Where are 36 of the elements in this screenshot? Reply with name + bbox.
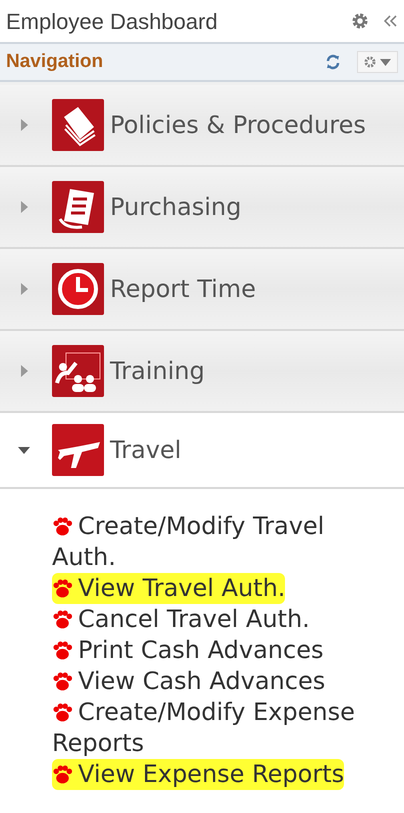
menu-link[interactable]: View Expense Reports [52,759,344,790]
refresh-icon[interactable] [325,54,341,70]
menu-link[interactable]: Cancel Travel Auth. [52,604,310,635]
paw-icon [52,671,73,692]
menu-link[interactable]: Create/Modify Expense Reports [52,697,362,759]
category-link[interactable]: Training [110,353,205,389]
category-link[interactable]: Purchasing [110,189,242,225]
menu-link[interactable]: Create/Modify Travel Auth. [52,511,362,573]
paw-icon [52,640,73,661]
paw-icon [52,578,73,599]
category-icon [52,345,104,397]
paw-icon [52,764,73,785]
menu-link[interactable]: View Cash Advances [52,666,326,697]
category-icon [52,424,104,476]
panel-title: Employee Dashboard [6,8,218,36]
menu-link[interactable]: Print Cash Advances [52,635,324,666]
paw-icon [52,609,73,630]
paw-icon [52,516,73,537]
caret-right-icon[interactable] [20,201,28,213]
paw-icon [52,702,73,723]
gear-icon [364,56,376,68]
category-icon [52,181,104,233]
caret-right-icon[interactable] [20,119,28,131]
collapse-icon[interactable] [384,15,398,27]
category-icon [52,263,104,315]
caret-down-icon [380,58,391,66]
caret-down-icon[interactable] [18,446,30,454]
caret-right-icon[interactable] [20,365,28,377]
navigation-title: Navigation [6,50,104,74]
category-link[interactable]: Travel [110,432,182,468]
menu-link[interactable]: View Travel Auth. [52,573,286,604]
category-icon [52,99,104,151]
settings-icon[interactable] [352,13,368,29]
category-link[interactable]: Report Time [110,271,256,307]
caret-right-icon[interactable] [20,283,28,295]
options-button[interactable] [357,51,398,73]
